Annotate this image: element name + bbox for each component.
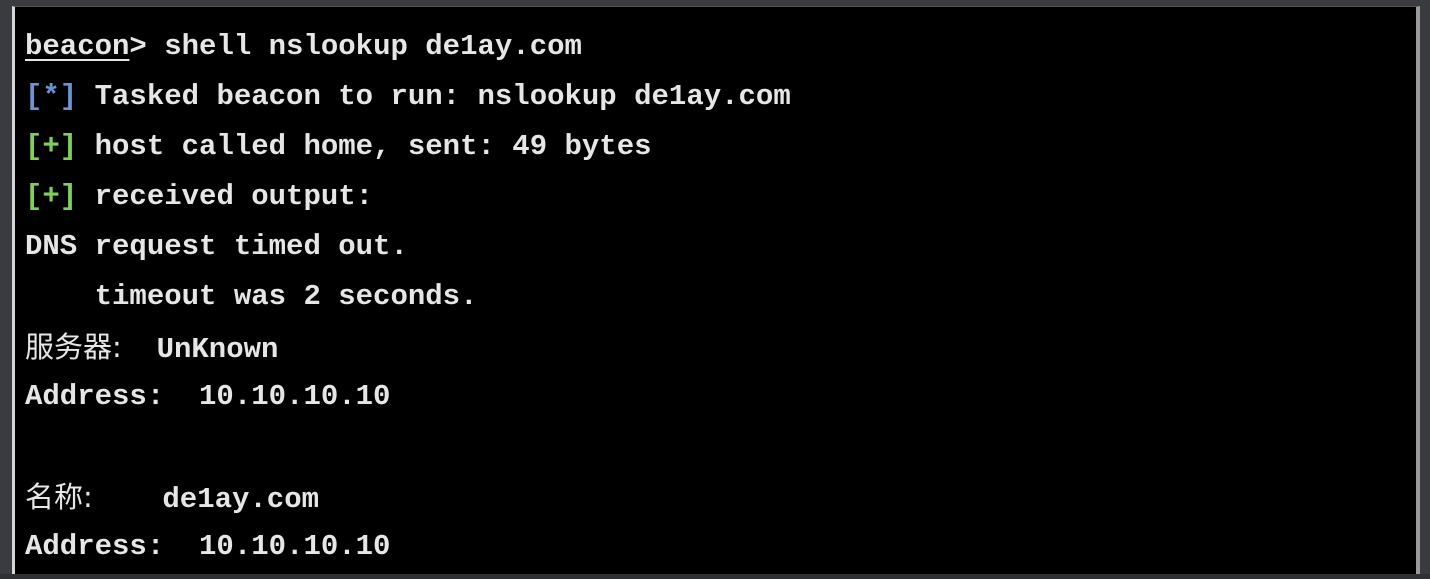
output-line-name: 名称: de1ay.com <box>25 479 1416 529</box>
output-line-address: Address: 10.10.10.10 <box>25 529 1416 579</box>
output-line-timeout-seconds: timeout was 2 seconds. <box>25 279 1416 329</box>
server-label: 服务器: <box>25 330 122 364</box>
output-line-server: 服务器: UnKnown <box>25 329 1416 379</box>
window-frame: beacon> shell nslookup de1ay.com [*] Tas… <box>0 0 1430 574</box>
output-text: timeout was 2 seconds. <box>25 280 478 313</box>
server-value: UnKnown <box>121 333 279 366</box>
output-text: Address: 10.10.10.10 <box>25 380 391 413</box>
output-text: DNS request timed out. <box>25 230 408 263</box>
prompt-label: beacon <box>25 30 130 63</box>
command-text: shell nslookup de1ay.com <box>146 30 582 63</box>
name-value: de1ay.com <box>92 483 320 516</box>
output-line-received: [+] received output: <box>25 179 1416 229</box>
output-text: received output: <box>77 180 374 213</box>
command-line: beacon> shell nslookup de1ay.com <box>25 29 1416 79</box>
success-marker: [+] <box>25 130 78 163</box>
output-line-called-home: [+] host called home, sent: 49 bytes <box>25 129 1416 179</box>
output-text: Address: 10.10.10.10 <box>25 530 391 563</box>
output-text: Tasked beacon to run: nslookup de1ay.com <box>77 80 791 113</box>
info-marker: [*] <box>25 80 78 113</box>
prompt-gt: > <box>129 30 147 63</box>
terminal-console[interactable]: beacon> shell nslookup de1ay.com [*] Tas… <box>12 6 1420 574</box>
name-label: 名称: <box>25 480 93 514</box>
output-line-blank <box>25 429 1416 479</box>
output-line-tasked: [*] Tasked beacon to run: nslookup de1ay… <box>25 79 1416 129</box>
output-text: host called home, sent: 49 bytes <box>77 130 652 163</box>
output-line-address: Address: 10.10.10.10 <box>25 379 1416 429</box>
success-marker: [+] <box>25 180 78 213</box>
output-line-dns-timeout: DNS request timed out. <box>25 229 1416 279</box>
